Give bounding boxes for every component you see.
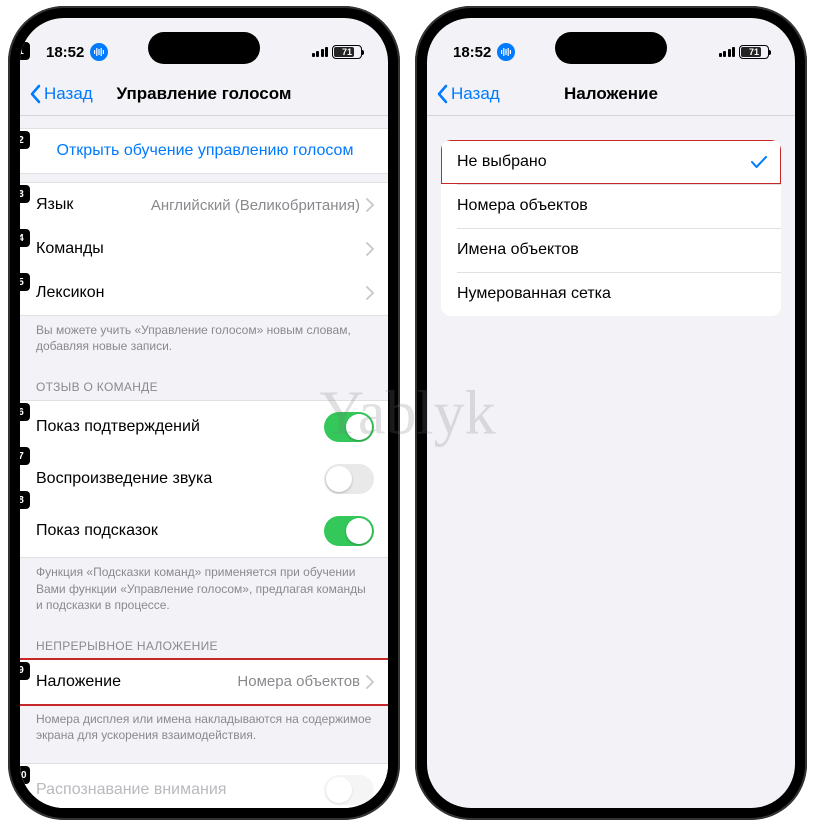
chevron-right-icon xyxy=(366,242,374,256)
option-numbered-grid[interactable]: Нумерованная сетка xyxy=(441,272,781,316)
phone-frame-left: 18:52 71 1 Назад Управление голосом xyxy=(8,6,400,820)
nav-bar: Назад Наложение xyxy=(427,72,795,116)
back-button[interactable]: Назад xyxy=(435,84,500,104)
annotation-badge: 5 xyxy=(20,273,30,291)
back-label: Назад xyxy=(451,84,500,104)
open-tutorial-link[interactable]: Открыть обучение управлению голосом xyxy=(20,129,388,173)
play-sound-row: Воспроизведение звука xyxy=(20,453,388,505)
option-item-numbers-label: Номера объектов xyxy=(457,197,588,215)
screen-right: 18:52 71 Назад Наложение xyxy=(427,18,795,808)
annotation-badge: 6 xyxy=(20,403,30,421)
nav-bar: 1 Назад Управление голосом xyxy=(20,72,388,116)
battery-icon: 71 xyxy=(332,45,362,59)
battery-icon: 71 xyxy=(739,45,769,59)
play-sound-toggle[interactable] xyxy=(324,464,374,494)
attention-aware-toggle xyxy=(324,775,374,805)
annotation-badge: 7 xyxy=(20,447,30,465)
dynamic-island xyxy=(148,32,260,64)
show-confirmations-row: Показ подтверждений xyxy=(20,401,388,453)
annotation-badge: 8 xyxy=(20,491,30,509)
play-sound-label: Воспроизведение звука xyxy=(36,470,212,488)
show-confirmations-toggle[interactable] xyxy=(324,412,374,442)
lexicon-footer: Вы можете учить «Управление голосом» нов… xyxy=(20,316,388,366)
back-button[interactable]: Назад xyxy=(28,84,93,104)
voice-control-icon xyxy=(497,43,515,61)
language-value: Английский (Великобритания) xyxy=(151,197,360,214)
voice-control-icon xyxy=(90,43,108,61)
option-none[interactable]: Не выбрано xyxy=(441,140,781,184)
overlay-footer: Номера дисплея или имена накладываются н… xyxy=(20,705,388,755)
checkmark-icon xyxy=(751,155,767,169)
overlay-options-content: Не выбрано Номера объектов Имена объекто… xyxy=(427,116,795,328)
overlay-label: Наложение xyxy=(36,673,121,691)
status-time: 18:52 xyxy=(46,44,84,61)
commands-label: Команды xyxy=(36,240,104,258)
phone-frame-right: 18:52 71 Назад Наложение xyxy=(415,6,807,820)
cellular-icon xyxy=(312,47,329,57)
overlay-value: Номера объектов xyxy=(237,673,360,690)
show-confirmations-label: Показ подтверждений xyxy=(36,418,200,436)
status-time: 18:52 xyxy=(453,44,491,61)
annotation-badge: 2 xyxy=(20,131,30,149)
annotation-badge: 1 xyxy=(20,42,30,60)
back-label: Назад xyxy=(44,84,93,104)
hints-footer: Функция «Подсказки команд» применяется п… xyxy=(20,558,388,625)
show-hints-toggle[interactable] xyxy=(324,516,374,546)
show-hints-label: Показ подсказок xyxy=(36,522,158,540)
feedback-header: ОТЗЫВ О КОМАНДЕ xyxy=(20,374,388,400)
lexicon-row[interactable]: Лексикон xyxy=(20,271,388,315)
chevron-right-icon xyxy=(366,198,374,212)
overlay-row[interactable]: Наложение Номера объектов xyxy=(20,660,388,704)
option-item-numbers[interactable]: Номера объектов xyxy=(441,184,781,228)
option-none-label: Не выбрано xyxy=(457,153,547,171)
annotation-badge: 10 xyxy=(20,766,30,784)
language-row[interactable]: Язык Английский (Великобритания) xyxy=(20,183,388,227)
chevron-right-icon xyxy=(366,675,374,689)
chevron-right-icon xyxy=(366,286,374,300)
dynamic-island xyxy=(555,32,667,64)
lexicon-label: Лексикон xyxy=(36,284,104,302)
option-item-names-label: Имена объектов xyxy=(457,241,579,259)
show-hints-row: Показ подсказок xyxy=(20,505,388,557)
annotation-badge: 3 xyxy=(20,185,30,203)
attention-aware-row: Распознавание внимания xyxy=(20,764,388,808)
commands-row[interactable]: Команды xyxy=(20,227,388,271)
annotation-badge: 4 xyxy=(20,229,30,247)
annotation-badge: 9 xyxy=(20,662,30,680)
option-item-names[interactable]: Имена объектов xyxy=(441,228,781,272)
cellular-icon xyxy=(719,47,736,57)
option-numbered-grid-label: Нумерованная сетка xyxy=(457,285,611,303)
settings-content: 2 Открыть обучение управлению голосом 3 … xyxy=(20,116,388,808)
screen-left: 18:52 71 1 Назад Управление голосом xyxy=(20,18,388,808)
overlay-header: НЕПРЕРЫВНОЕ НАЛОЖЕНИЕ xyxy=(20,633,388,659)
attention-aware-label: Распознавание внимания xyxy=(36,781,226,799)
language-label: Язык xyxy=(36,196,73,214)
